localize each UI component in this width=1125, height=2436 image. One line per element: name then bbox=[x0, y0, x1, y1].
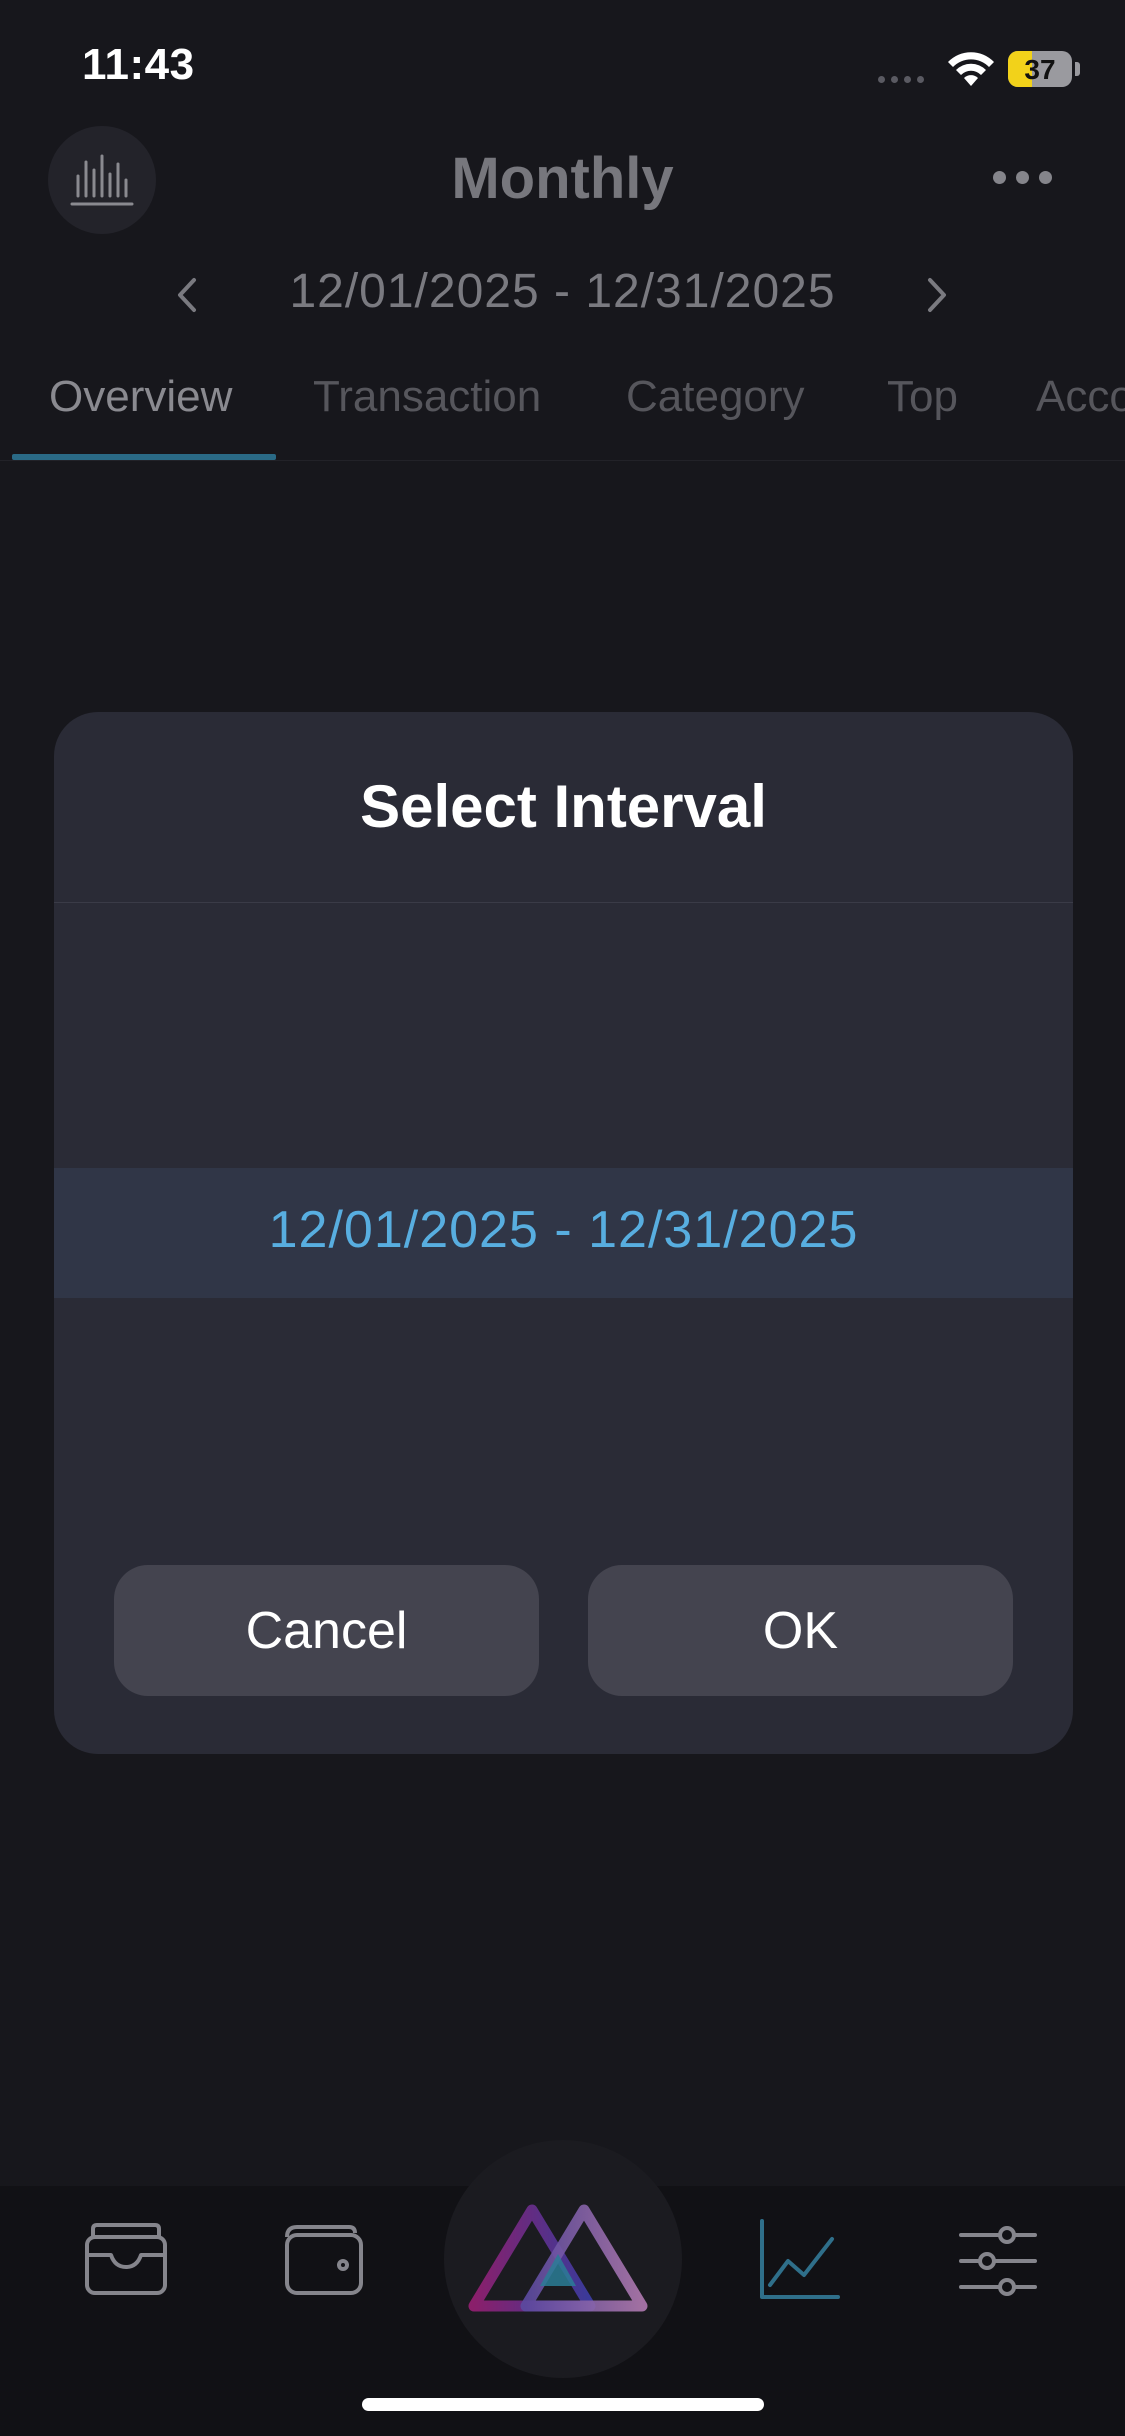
tab-category[interactable]: Category bbox=[626, 372, 805, 422]
dialog-divider bbox=[54, 902, 1073, 903]
cancel-button[interactable]: Cancel bbox=[114, 1565, 539, 1696]
wifi-icon bbox=[948, 52, 994, 86]
ok-button[interactable]: OK bbox=[588, 1565, 1013, 1696]
battery-tip bbox=[1075, 62, 1080, 76]
chart-line-icon[interactable] bbox=[754, 2215, 844, 2305]
more-options-icon[interactable] bbox=[993, 171, 1052, 184]
tab-transaction[interactable]: Transaction bbox=[313, 372, 541, 422]
app-logo-icon bbox=[468, 2204, 648, 2312]
tab-account[interactable]: Acco bbox=[1036, 372, 1125, 422]
page-title: Monthly bbox=[451, 146, 674, 211]
tab-overview[interactable]: Overview bbox=[49, 372, 232, 422]
period-range[interactable]: 12/01/2025 - 12/31/2025 bbox=[0, 264, 1125, 319]
tab-active-indicator bbox=[12, 454, 276, 460]
dialog-title: Select Interval bbox=[360, 773, 767, 840]
status-time: 11:43 bbox=[82, 40, 195, 89]
tab-top[interactable]: Top bbox=[887, 372, 958, 422]
sliders-icon[interactable] bbox=[953, 2215, 1043, 2305]
center-add-button[interactable] bbox=[444, 2140, 682, 2378]
select-interval-dialog: Select Interval 12/01/2025 - 12/31/2025 … bbox=[54, 712, 1073, 1754]
cellular-signal-icon bbox=[878, 76, 924, 83]
home-indicator bbox=[362, 2398, 764, 2411]
wallet-icon[interactable] bbox=[279, 2215, 369, 2305]
wallet-card-icon[interactable] bbox=[81, 2215, 171, 2305]
selected-interval[interactable]: 12/01/2025 - 12/31/2025 bbox=[54, 1200, 1073, 1260]
battery-level: 37 bbox=[1024, 54, 1056, 85]
chevron-right-icon[interactable] bbox=[916, 268, 956, 322]
battery-icon: 37 bbox=[1008, 51, 1072, 87]
tab-divider bbox=[0, 460, 1125, 461]
